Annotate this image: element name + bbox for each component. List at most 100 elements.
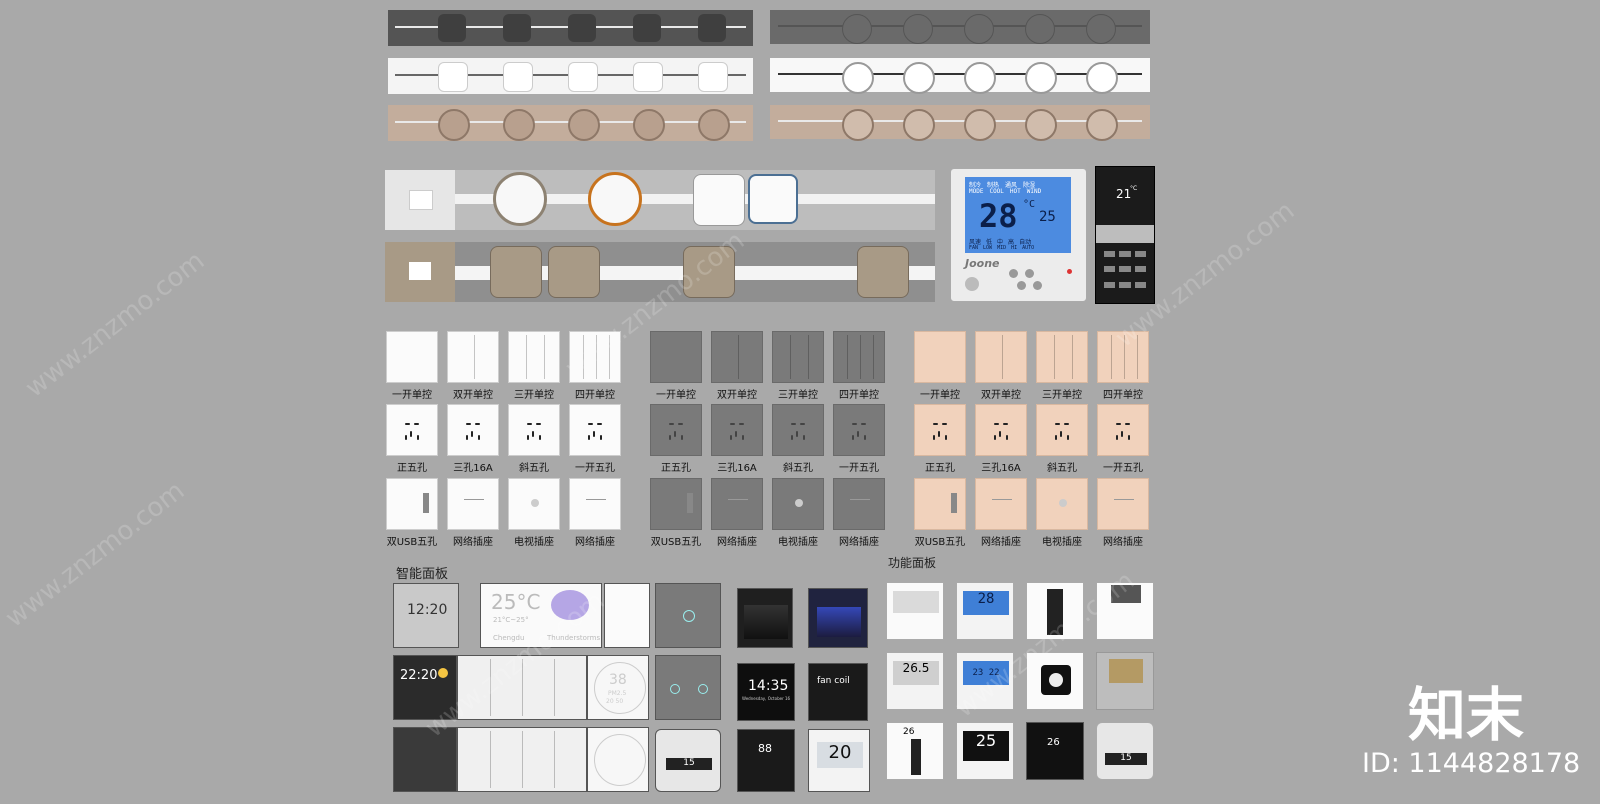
socket-panel[interactable]	[711, 404, 763, 456]
switch-panel[interactable]	[1036, 331, 1088, 383]
outlet-panel[interactable]	[711, 478, 763, 530]
socket-holes	[990, 419, 1012, 441]
socket-panel[interactable]	[508, 404, 560, 456]
socket-panel[interactable]	[1036, 404, 1088, 456]
mode-button[interactable]	[1009, 269, 1018, 278]
rocker-divider	[1071, 335, 1073, 379]
remote-keypad	[1104, 251, 1146, 293]
fancoil-panel: fan coil	[808, 663, 868, 721]
rocker-divider	[543, 335, 545, 379]
socket-panel[interactable]	[833, 404, 885, 456]
dial[interactable]	[594, 734, 646, 786]
thermo-panel-20: 20	[808, 729, 870, 792]
outlet-panel[interactable]	[508, 478, 560, 530]
track-socket-white-long	[770, 58, 1150, 94]
divider	[554, 731, 555, 788]
weather-range: 21°C~25°	[493, 616, 529, 624]
outlet-panel[interactable]	[772, 478, 824, 530]
panel-label: 三孔16A	[717, 463, 757, 474]
socket	[438, 62, 468, 92]
dial-knob[interactable]	[1049, 673, 1063, 687]
power-button[interactable]	[965, 277, 979, 291]
panel-label: 斜五孔	[1047, 463, 1077, 474]
switch-panel[interactable]	[650, 331, 702, 383]
outlet-panel[interactable]	[1036, 478, 1088, 530]
outlet-panel[interactable]	[833, 478, 885, 530]
function-panel-2: 28	[956, 582, 1014, 640]
network-jack	[464, 499, 484, 506]
up-button[interactable]	[1025, 269, 1034, 278]
socket	[964, 109, 996, 141]
socket-panel[interactable]	[1097, 404, 1149, 456]
dial[interactable]	[594, 662, 646, 714]
panel-label: 一开单控	[392, 390, 432, 401]
outlet-panel[interactable]	[447, 478, 499, 530]
rocker-divider	[847, 335, 848, 379]
set-temp: 25	[1039, 209, 1056, 225]
panel-label: 一开单控	[920, 390, 960, 401]
mini-lcd	[893, 591, 939, 613]
socket	[698, 62, 728, 92]
tv-jack	[795, 499, 803, 507]
switch-panel[interactable]	[833, 331, 885, 383]
watermark: www.znzmo.com	[0, 475, 191, 634]
remote-divider	[1096, 225, 1154, 243]
socket	[633, 109, 665, 141]
thermostat-panel: 制冷 制热 通风 除湿 MODE COOL HOT WIND 28 °C 25 风速低中高自…	[950, 168, 1087, 302]
socket-panel[interactable]	[975, 404, 1027, 456]
power-icon[interactable]	[698, 684, 708, 694]
socket	[503, 62, 533, 92]
socket	[503, 14, 531, 42]
round-socket-orange	[588, 172, 642, 226]
smart-clock-panel: 12:20	[393, 583, 459, 648]
socket	[903, 14, 933, 44]
thermostat-lcd: 制冷 制热 通风 除湿 MODE COOL HOT WIND 28 °C 25 风速低中高自…	[965, 177, 1071, 253]
remote-temp: 21	[1116, 187, 1132, 201]
rocker-divider	[1002, 335, 1003, 379]
socket-holes	[1051, 419, 1073, 441]
outlet-panel[interactable]	[569, 478, 621, 530]
switch-strip-white-2	[457, 727, 587, 792]
outlet-panel[interactable]	[650, 478, 702, 530]
square-socket-bronze	[857, 246, 909, 298]
down-button[interactable]	[1017, 281, 1026, 290]
socket-panel[interactable]	[569, 404, 621, 456]
socket	[842, 62, 874, 94]
mini-lcd-blue: 28	[963, 591, 1009, 615]
socket-panel[interactable]	[447, 404, 499, 456]
power-icon[interactable]	[670, 684, 680, 694]
socket	[1025, 62, 1057, 94]
network-jack	[1114, 499, 1134, 506]
function-panel-5: 26.5	[886, 652, 944, 710]
switch-panel[interactable]	[386, 331, 438, 383]
power-icon[interactable]	[683, 610, 695, 622]
socket	[1086, 109, 1118, 141]
switch-panel[interactable]	[772, 331, 824, 383]
switch-panel[interactable]	[508, 331, 560, 383]
outlet-panel[interactable]	[975, 478, 1027, 530]
socket-panel[interactable]	[914, 404, 966, 456]
socket-panel[interactable]	[772, 404, 824, 456]
thermo-panel-88: 88	[737, 729, 795, 792]
outlet-panel[interactable]	[914, 478, 966, 530]
round-socket-white	[493, 172, 547, 226]
switch-panel[interactable]	[711, 331, 763, 383]
rocker-divider	[807, 335, 809, 379]
temp-display: 28	[979, 197, 1018, 235]
switch-panel[interactable]	[914, 331, 966, 383]
switch-panel[interactable]	[975, 331, 1027, 383]
socket	[1086, 62, 1118, 94]
panel-label: 三开单控	[514, 390, 554, 401]
socket-holes	[1112, 419, 1134, 441]
panel-label: 电视插座	[514, 537, 554, 548]
outlet-panel[interactable]	[386, 478, 438, 530]
switch-panel-white	[604, 583, 650, 648]
network-jack	[850, 499, 870, 506]
socket-panel[interactable]	[386, 404, 438, 456]
rocker-divider	[873, 335, 874, 379]
socket-panel[interactable]	[650, 404, 702, 456]
outlet-panel[interactable]	[1097, 478, 1149, 530]
switch-panel[interactable]	[447, 331, 499, 383]
fan-button[interactable]	[1033, 281, 1042, 290]
dial-value: 38	[609, 672, 627, 688]
